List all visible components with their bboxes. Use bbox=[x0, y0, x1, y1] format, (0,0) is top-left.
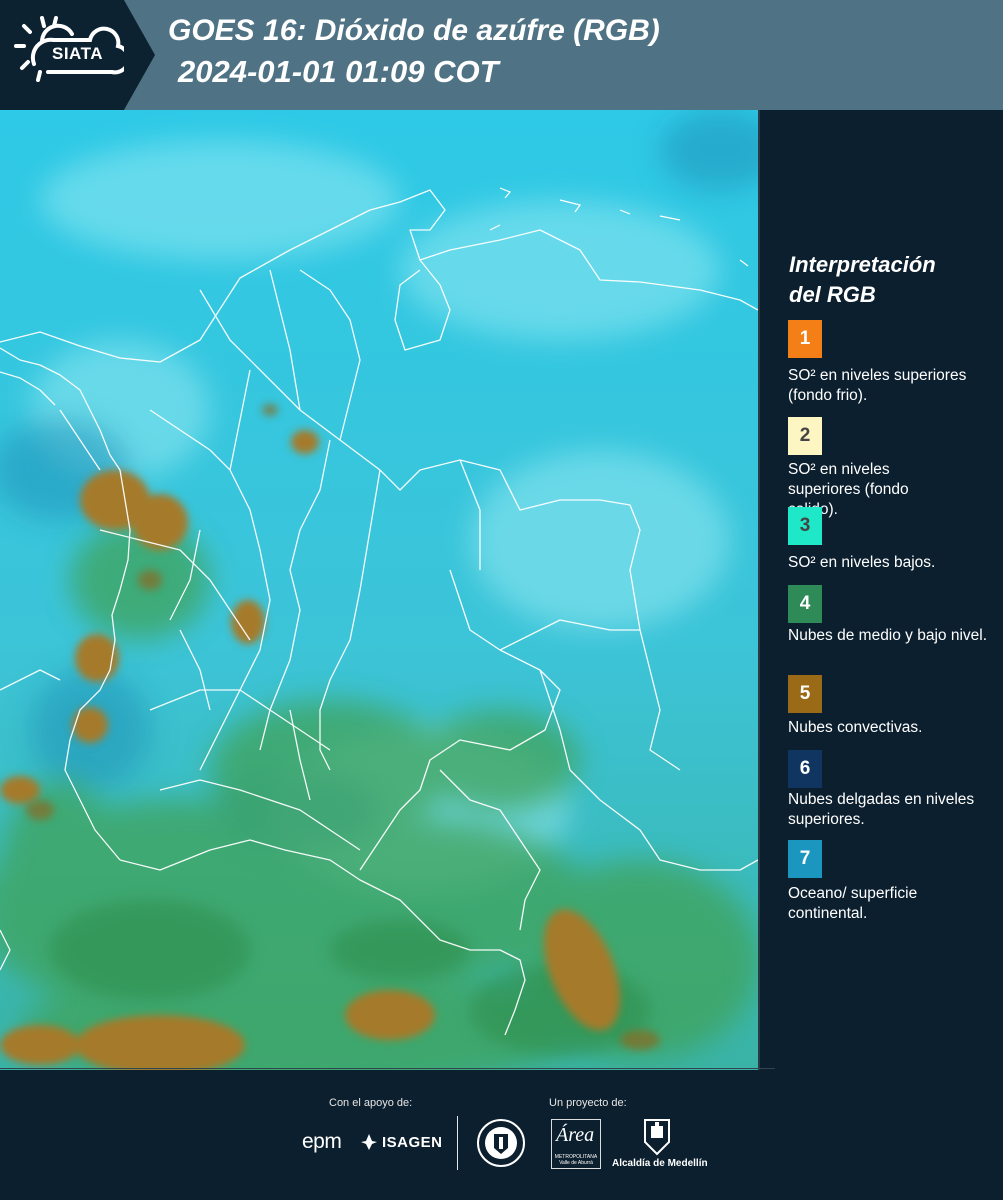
timestamp-title: 2024-01-01 01:09 COT bbox=[178, 54, 499, 89]
medellin-seal-icon bbox=[477, 1119, 525, 1167]
footer-separator bbox=[0, 1068, 775, 1069]
legend-title-line1: Interpretación bbox=[789, 252, 936, 277]
page-title: GOES 16: Dióxido de azúfre (RGB) bbox=[168, 14, 660, 47]
legend-text-5: Nubes convectivas. bbox=[788, 719, 923, 736]
alcaldia-crest-icon bbox=[644, 1119, 670, 1156]
area-logo-subtitle: METROPOLITANA Valle de Aburrá bbox=[554, 1154, 598, 1166]
legend-swatch-2: 2 bbox=[788, 417, 822, 455]
legend-swatch-1: 1 bbox=[788, 320, 822, 358]
isagen-icon bbox=[361, 1134, 377, 1150]
epm-logo: epm bbox=[302, 1130, 342, 1153]
isagen-text: ISAGEN bbox=[382, 1133, 443, 1151]
alcaldia-text: Alcaldía de Medellín bbox=[612, 1158, 708, 1169]
project-label: Un proyecto de: bbox=[549, 1097, 627, 1109]
footer-divider bbox=[457, 1116, 458, 1170]
legend-swatch-3: 3 bbox=[788, 507, 822, 545]
support-label: Con el apoyo de: bbox=[329, 1097, 413, 1109]
legend-panel: Interpretación del RGB 1 SO² en niveles s… bbox=[760, 110, 1003, 1070]
area-metropolitana-logo: Área METROPOLITANA Valle de Aburrá bbox=[551, 1119, 601, 1169]
isagen-logo: ISAGEN bbox=[360, 1133, 443, 1151]
legend-text-3: SO² en niveles bajos. bbox=[788, 554, 936, 571]
satellite-map bbox=[0, 110, 758, 1070]
legend-swatch-7: 7 bbox=[788, 840, 822, 878]
legend-text-1: SO² en niveles superiores (fondo frio). bbox=[788, 367, 967, 404]
header-bar: SIATA GOES 16: Dióxido de azúfre (RGB) 2… bbox=[0, 0, 1003, 110]
legend-text-6: Nubes delgadas en niveles superiores. bbox=[788, 791, 975, 828]
siata-logo: SIATA bbox=[0, 0, 155, 110]
legend-text-7: Oceano/ superficie continental. bbox=[788, 885, 918, 922]
legend-swatch-4: 4 bbox=[788, 585, 822, 623]
area-logo-text: Área bbox=[556, 1124, 595, 1146]
satellite-image bbox=[0, 110, 758, 1070]
logo-text: SIATA bbox=[52, 44, 103, 63]
legend-swatch-5: 5 bbox=[788, 675, 822, 713]
legend-swatch-6: 6 bbox=[788, 750, 822, 788]
legend-title-line2: del RGB bbox=[789, 282, 876, 307]
legend-title: Interpretación del RGB bbox=[789, 250, 989, 310]
legend-text-4: Nubes de medio y bajo nivel. bbox=[788, 627, 988, 644]
